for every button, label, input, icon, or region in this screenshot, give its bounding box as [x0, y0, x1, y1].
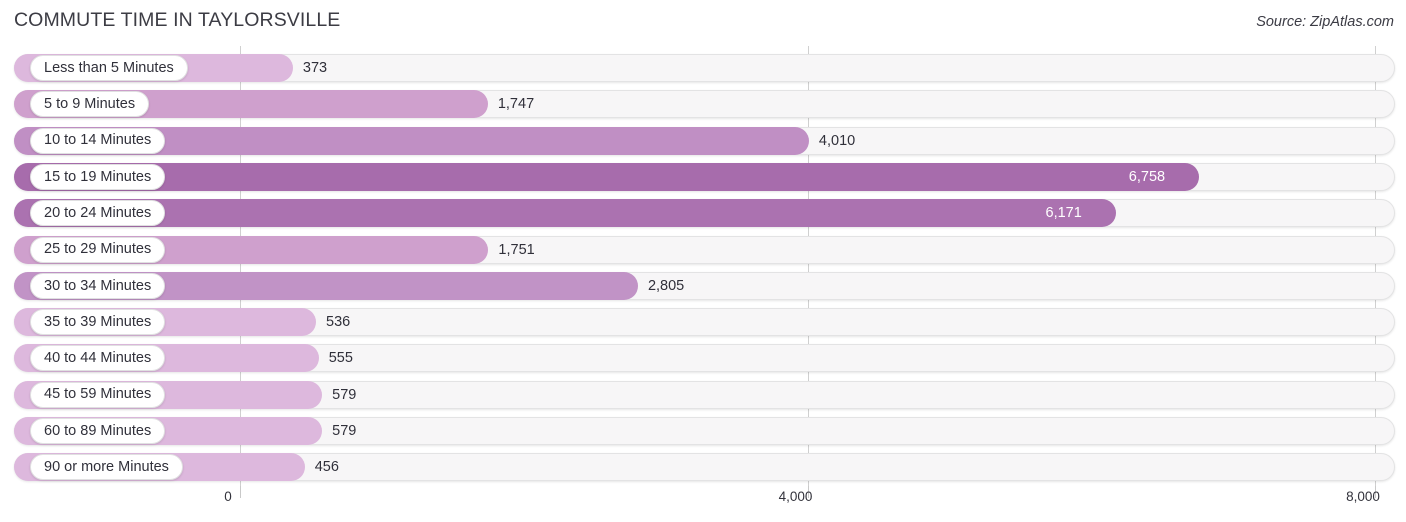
category-label: 45 to 59 Minutes: [44, 386, 152, 403]
category-label: Less than 5 Minutes: [44, 59, 174, 76]
chart-bar-row[interactable]: 5 to 9 Minutes 1,747: [14, 90, 1395, 119]
category-label-pill: 45 to 59 Minutes: [30, 381, 166, 408]
bar-value-label: 1,751: [498, 241, 535, 258]
category-label: 60 to 89 Minutes: [44, 422, 152, 439]
category-label-pill: 60 to 89 Minutes: [30, 418, 166, 444]
category-label: 10 to 14 Minutes: [44, 132, 152, 149]
axis-tick-label: 4,000: [778, 489, 813, 504]
category-label-pill: 25 to 29 Minutes: [30, 236, 166, 263]
bar-value-label: 6,758: [1128, 168, 1166, 185]
category-label-pill: 15 to 19 Minutes: [30, 163, 166, 190]
category-label-pill: 30 to 34 Minutes: [30, 272, 166, 299]
page-title: COMMUTE TIME IN TAYLORSVILLE: [14, 9, 341, 31]
x-axis: 0 4,000 8,000: [0, 486, 1406, 522]
chart-bar-row[interactable]: 30 to 34 Minutes 2,805: [14, 271, 1395, 300]
chart-bar-row[interactable]: 90 or more Minutes 456: [14, 453, 1395, 482]
bar-value-label: 1,747: [497, 96, 535, 113]
chart-bar-row[interactable]: 35 to 39 Minutes 536: [14, 308, 1395, 337]
bar-value-label: 536: [326, 314, 351, 331]
axis-tick-mark: [240, 486, 241, 498]
value-bar: [14, 162, 1199, 191]
chart-bar-row[interactable]: 15 to 19 Minutes 6,758: [14, 162, 1395, 191]
axis-tick-label: 8,000: [1346, 489, 1380, 504]
category-label: 40 to 44 Minutes: [44, 350, 152, 367]
value-bar: [14, 199, 1116, 228]
chart-bar-row[interactable]: 40 to 44 Minutes 555: [14, 344, 1395, 373]
category-label: 35 to 39 Minutes: [44, 313, 152, 330]
category-label-pill: 10 to 14 Minutes: [30, 127, 166, 154]
source-attribution: Source: ZipAtlas.com: [1256, 14, 1394, 30]
chart-plot-area: Less than 5 Minutes 373 5 to 9 Minutes 1,74…: [0, 46, 1406, 486]
category-label-pill: 40 to 44 Minutes: [30, 345, 166, 372]
category-label-pill: 35 to 39 Minutes: [30, 309, 166, 336]
category-label-pill: Less than 5 Minutes: [30, 55, 188, 81]
bar-value-label: 579: [332, 423, 357, 439]
category-label-pill: 90 or more Minutes: [30, 454, 183, 481]
category-label: 30 to 34 Minutes: [44, 277, 152, 294]
bar-value-label: 4,010: [818, 132, 856, 149]
chart-header: COMMUTE TIME IN TAYLORSVILLE Source: Zip…: [0, 0, 1406, 46]
category-label-pill: 5 to 9 Minutes: [30, 91, 150, 118]
bar-value-label: 6,171: [1045, 205, 1082, 222]
category-label: 20 to 24 Minutes: [44, 204, 152, 221]
bar-value-label: 579: [332, 386, 357, 403]
category-label: 90 or more Minutes: [44, 459, 169, 476]
category-label: 15 to 19 Minutes: [44, 168, 152, 185]
chart-bar-row[interactable]: Less than 5 Minutes 373: [14, 54, 1395, 82]
axis-tick-label: 0: [224, 489, 232, 504]
bar-value-label: 555: [328, 350, 353, 367]
chart-bar-row[interactable]: 60 to 89 Minutes 579: [14, 417, 1395, 445]
category-label: 5 to 9 Minutes: [44, 96, 136, 113]
category-label: 25 to 29 Minutes: [44, 241, 152, 258]
category-label-pill: 20 to 24 Minutes: [30, 200, 166, 227]
bar-value-label: 2,805: [647, 277, 685, 294]
chart-bar-row[interactable]: 25 to 29 Minutes 1,751: [14, 235, 1395, 264]
bar-value-label: 456: [314, 459, 339, 476]
chart-bar-row[interactable]: 10 to 14 Minutes 4,010: [14, 126, 1395, 155]
chart-bar-row[interactable]: 20 to 24 Minutes 6,171: [14, 199, 1395, 228]
bar-value-label: 373: [302, 60, 328, 76]
chart-bar-row[interactable]: 45 to 59 Minutes 579: [14, 380, 1395, 409]
